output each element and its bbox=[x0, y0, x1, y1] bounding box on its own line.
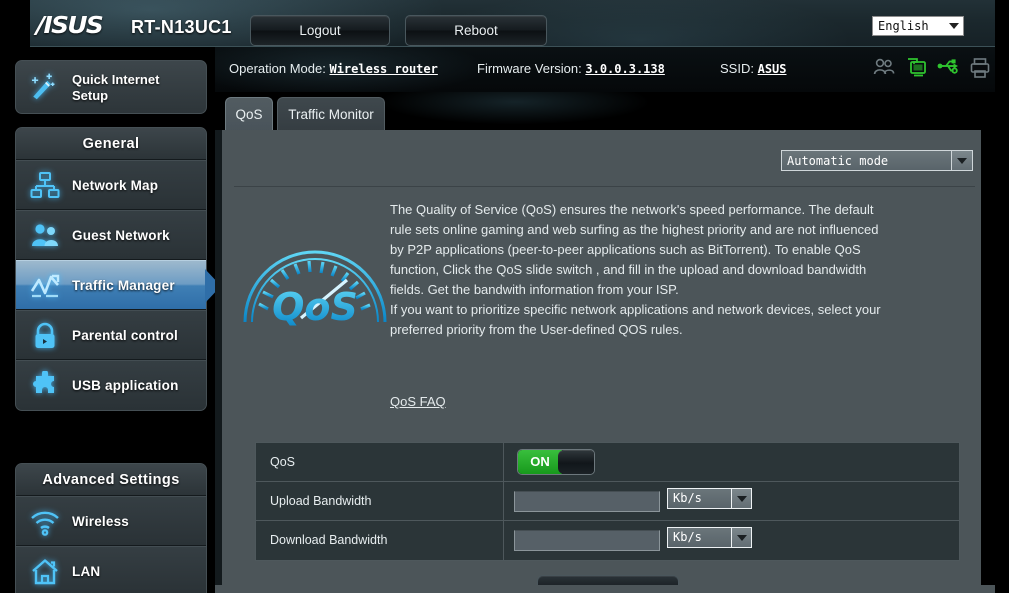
upload-bandwidth-input[interactable] bbox=[514, 491, 660, 512]
upload-bandwidth-unit-select[interactable]: Kb/s bbox=[667, 488, 752, 509]
puzzle-icon bbox=[33, 371, 54, 393]
qos-description: The Quality of Service (QoS) ensures the… bbox=[390, 202, 881, 337]
sidebar-advanced-header: Advanced Settings bbox=[16, 464, 206, 496]
magic-wand-icon bbox=[31, 73, 55, 100]
download-bandwidth-unit-select[interactable]: Kb/s bbox=[667, 527, 752, 548]
unit-select-button[interactable] bbox=[731, 489, 751, 508]
chevron-down-icon bbox=[957, 158, 967, 164]
qos-speedometer-icon: QoS bbox=[243, 250, 387, 329]
qos-toggle-switch[interactable]: ON bbox=[517, 449, 595, 475]
reboot-button[interactable]: Reboot bbox=[405, 15, 547, 46]
bottom-edge bbox=[215, 585, 995, 593]
content-right-edge bbox=[981, 130, 995, 593]
unit-value: Kb/s bbox=[673, 491, 702, 505]
tab-traffic-monitor[interactable]: Traffic Monitor bbox=[277, 97, 385, 131]
tab-strip: QoS Traffic Monitor bbox=[215, 92, 995, 131]
operation-mode-value[interactable]: Wireless router bbox=[329, 62, 437, 76]
firmware-version-value[interactable]: 3.0.0.3.138 bbox=[585, 62, 664, 76]
network-map-icon bbox=[30, 172, 60, 198]
printer-icon[interactable] bbox=[969, 56, 991, 80]
qos-mode-select-button[interactable] bbox=[951, 151, 972, 170]
sidebar-item-usb-application[interactable]: USB application bbox=[16, 360, 206, 410]
lock-icon bbox=[35, 322, 55, 348]
row-control: Kb/s bbox=[503, 482, 960, 521]
row-label: Download Bandwidth bbox=[270, 533, 388, 547]
sidebar-label: Wireless bbox=[72, 514, 130, 529]
sidebar-item-parental-control[interactable]: Parental control bbox=[16, 310, 206, 360]
ssid-label: SSID: bbox=[720, 61, 754, 76]
asus-logo: /ISUS bbox=[36, 13, 104, 39]
table-row: Download Bandwidth Kb/s bbox=[256, 521, 959, 560]
status-icon-group bbox=[863, 56, 990, 84]
qos-mode-select[interactable]: Automatic mode bbox=[781, 150, 973, 171]
sidebar-label: Guest Network bbox=[72, 228, 170, 243]
sidebar-item-guest-network[interactable]: Guest Network bbox=[16, 210, 206, 260]
clients-icon[interactable] bbox=[873, 56, 895, 80]
sidebar-label: Network Map bbox=[72, 178, 159, 193]
row-control: Kb/s bbox=[503, 521, 960, 560]
header-right-edge bbox=[995, 0, 1009, 47]
qos-panel: Automatic mode QoS The Quality of Servic… bbox=[215, 130, 995, 593]
network-monitor-icon[interactable] bbox=[905, 56, 927, 80]
qos-mode-select-value: Automatic mode bbox=[787, 154, 889, 168]
language-select-value: English bbox=[878, 19, 929, 33]
quick-internet-setup-button[interactable]: Quick Internet Setup bbox=[15, 60, 207, 114]
ssid-info: SSID: ASUS bbox=[720, 61, 787, 76]
unit-value: Kb/s bbox=[673, 530, 702, 544]
logout-button[interactable]: Logout bbox=[250, 15, 390, 46]
header-left-edge bbox=[0, 0, 30, 47]
sidebar-label: USB application bbox=[72, 378, 179, 393]
main-content: QoS Traffic Monitor Automatic mode QoS T… bbox=[215, 92, 995, 593]
sidebar-label: LAN bbox=[72, 564, 101, 579]
content-left-edge bbox=[215, 130, 222, 593]
download-bandwidth-input[interactable] bbox=[514, 530, 660, 551]
gauge-label: QoS bbox=[272, 285, 358, 329]
router-model-name: RT-N13UC1 bbox=[131, 17, 232, 37]
row-control: ON bbox=[503, 443, 960, 482]
sidebar-item-lan[interactable]: LAN bbox=[16, 546, 206, 593]
quick-internet-setup-label: Quick Internet Setup bbox=[72, 72, 160, 103]
firmware-version-label: Firmware Version: bbox=[477, 61, 582, 76]
guest-network-icon bbox=[32, 224, 58, 246]
sidebar: Quick Internet Setup General Network Map bbox=[0, 47, 221, 593]
qos-faq-link[interactable]: QoS FAQ bbox=[390, 394, 446, 409]
chevron-down-icon bbox=[737, 535, 747, 541]
sidebar-advanced-panel: Advanced Settings Wireless LAN bbox=[15, 463, 207, 593]
traffic-manager-icon bbox=[30, 274, 60, 298]
sidebar-label: Parental control bbox=[72, 328, 178, 343]
wifi-icon bbox=[31, 511, 59, 536]
usb-icon[interactable] bbox=[937, 56, 959, 80]
qos-settings-table: QoS ON Upload Bandwidth Kb/s Download Ba… bbox=[255, 442, 960, 561]
qos-toggle-on-label: ON bbox=[518, 450, 562, 474]
sidebar-item-network-map[interactable]: Network Map bbox=[16, 160, 206, 210]
chevron-down-icon bbox=[737, 496, 747, 502]
divider bbox=[234, 186, 975, 187]
sidebar-general-panel: General Network Map Guest Network Traffi… bbox=[15, 127, 221, 411]
operation-mode-info: Operation Mode: Wireless router bbox=[229, 61, 438, 76]
tab-qos[interactable]: QoS bbox=[225, 97, 273, 131]
sidebar-item-wireless[interactable]: Wireless bbox=[16, 496, 206, 546]
sidebar-label: Traffic Manager bbox=[72, 278, 175, 293]
row-label: Upload Bandwidth bbox=[270, 494, 372, 508]
status-info-bar: Operation Mode: Wireless router Firmware… bbox=[215, 47, 995, 92]
ssid-value[interactable]: ASUS bbox=[758, 62, 787, 76]
top-header-bar: /ISUS RT-N13UC1 Logout Reboot English bbox=[0, 0, 1009, 47]
sidebar-item-traffic-manager[interactable]: Traffic Manager bbox=[16, 260, 221, 310]
language-select[interactable]: English bbox=[872, 16, 964, 36]
operation-mode-label: Operation Mode: bbox=[229, 61, 326, 76]
table-row: Upload Bandwidth Kb/s bbox=[256, 482, 959, 521]
qos-toggle-knob[interactable] bbox=[558, 450, 594, 474]
table-row: QoS ON bbox=[256, 443, 959, 482]
router-admin-page: /ISUS RT-N13UC1 Logout Reboot English Op… bbox=[0, 0, 1009, 593]
sidebar-general-header: General bbox=[16, 128, 206, 160]
unit-select-button[interactable] bbox=[731, 528, 751, 547]
house-icon bbox=[32, 559, 58, 585]
row-label: QoS bbox=[270, 455, 296, 469]
chevron-down-icon bbox=[949, 23, 959, 29]
firmware-version-info: Firmware Version: 3.0.0.3.138 bbox=[477, 61, 665, 76]
